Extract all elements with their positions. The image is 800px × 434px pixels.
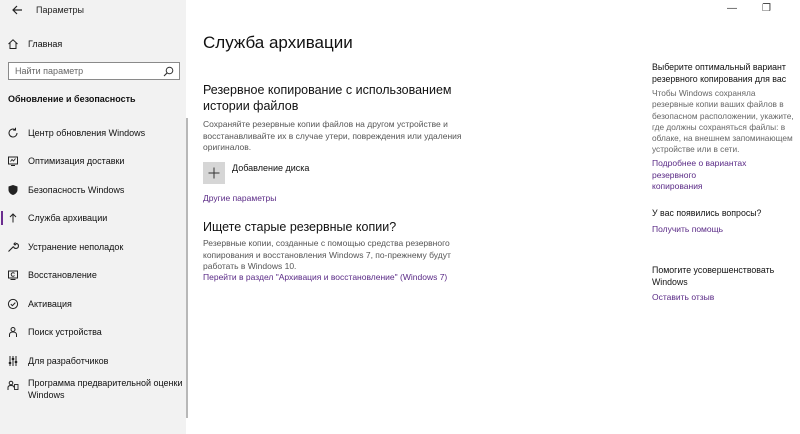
recovery-icon [7, 269, 19, 281]
add-drive-label[interactable]: Добавление диска [232, 163, 309, 173]
sidebar-item-backup[interactable]: Служба архивации [0, 207, 186, 229]
sidebar-item-find-device[interactable]: Поиск устройства [0, 321, 186, 343]
get-help-link[interactable]: Получить помощь [652, 224, 792, 236]
active-indicator [1, 211, 3, 225]
old-backups-heading: Ищете старые резервные копии? [203, 220, 397, 234]
give-feedback-link[interactable]: Оставить отзыв [652, 292, 792, 304]
delivery-icon [7, 155, 19, 167]
choose-backup-title: Выберите оптимальный вариант резервного … [652, 62, 787, 84]
improve-windows-title: Помогите усовершенствовать Windows [652, 265, 775, 287]
sidebar-item-developers[interactable]: Для разработчиков [0, 350, 186, 372]
sidebar-home-label: Главная [28, 39, 63, 49]
sidebar-item-recovery[interactable]: Восстановление [0, 264, 186, 286]
sidebar-item-windows-update[interactable]: Центр обновления Windows [0, 122, 186, 144]
sidebar: Параметры Главная Найти параметр Обновле… [0, 0, 186, 434]
backup-options-link[interactable]: Подробнее о вариантах резервного копиров… [652, 158, 792, 193]
sidebar-item-windows-security[interactable]: Безопасность Windows [0, 179, 186, 201]
sidebar-section-title: Обновление и безопасность [8, 94, 136, 104]
questions-title: У вас появились вопросы? [652, 208, 762, 218]
sidebar-item-home[interactable]: Главная [0, 33, 186, 55]
add-drive-button[interactable] [203, 162, 225, 184]
person-pin-icon [7, 326, 19, 338]
insider-icon [7, 379, 19, 391]
shield-icon [7, 184, 19, 196]
window-title: Параметры [36, 5, 84, 15]
check-circle-icon [7, 298, 19, 310]
home-icon [7, 38, 19, 50]
sidebar-item-delivery-optimization[interactable]: Оптимизация доставки [0, 150, 186, 172]
search-icon[interactable] [163, 66, 174, 77]
wrench-icon [7, 241, 19, 253]
choose-backup-text: Чтобы Windows сохраняла резервные копии … [652, 88, 794, 155]
file-history-description: Сохраняйте резервные копии файлов на дру… [203, 119, 462, 152]
backup-arrow-icon [7, 212, 19, 224]
sidebar-scrollbar[interactable] [186, 118, 188, 418]
more-options-link[interactable]: Другие параметры [203, 193, 276, 203]
old-backups-description: Резервные копии, созданные с помощью сре… [203, 238, 451, 271]
sync-icon [7, 127, 19, 139]
sidebar-item-troubleshoot[interactable]: Устранение неполадок [0, 236, 186, 258]
file-history-heading: Резервное копирование с использованием и… [203, 83, 452, 113]
minimize-button[interactable]: — [727, 3, 737, 14]
sidebar-item-insider[interactable]: Программа предварительной оценки Windows [0, 377, 186, 403]
plus-icon [208, 167, 220, 179]
back-arrow-icon[interactable] [10, 3, 24, 17]
search-input[interactable]: Найти параметр [8, 62, 180, 80]
backup-restore-win7-link[interactable]: Перейти в раздел "Архивация и восстановл… [203, 272, 447, 282]
sliders-icon [7, 355, 19, 367]
search-placeholder: Найти параметр [15, 66, 84, 76]
maximize-button[interactable]: ❐ [762, 3, 771, 14]
sidebar-item-activation[interactable]: Активация [0, 293, 186, 315]
page-title: Служба архивации [203, 33, 353, 52]
